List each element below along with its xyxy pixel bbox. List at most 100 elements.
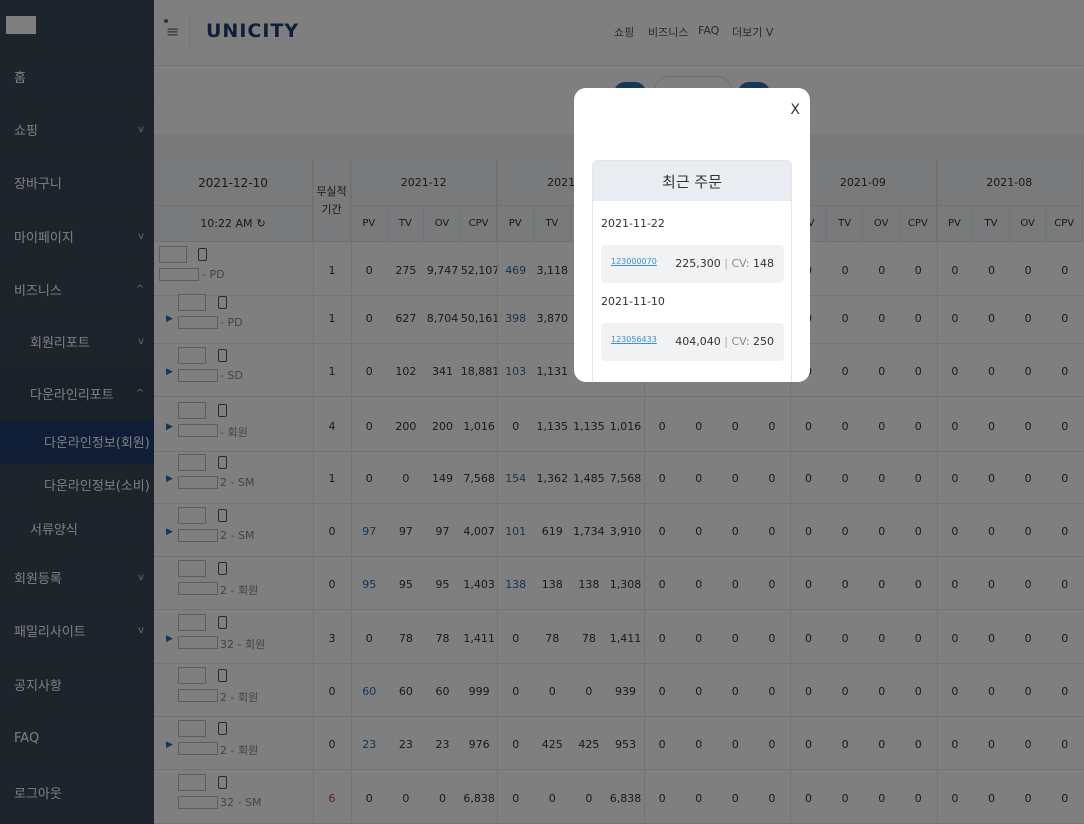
metric-value: 0 — [768, 632, 776, 645]
sidebar-item-documents[interactable]: 서류양식 — [0, 506, 154, 552]
redacted-member-id — [178, 369, 218, 382]
sidebar-item-cart[interactable]: 장바구니 — [0, 156, 154, 210]
sidebar-item-label: 로그아웃 — [14, 787, 62, 802]
order-item[interactable]: 123056433 404,040 | CV: 250 — [601, 323, 784, 361]
metric-value: 0 — [695, 632, 703, 645]
metric-value[interactable]: 103 — [497, 365, 534, 378]
metric-value: 0 — [987, 472, 995, 485]
metric-value: 0 — [841, 792, 849, 805]
metric-value: 200 — [431, 420, 453, 433]
sidebar-item-business[interactable]: 비즈니스 ^ — [0, 264, 154, 316]
sidebar-item-downline-info-consumer[interactable]: 다운라인정보(소비) — [0, 464, 154, 506]
metric-value: 0 — [365, 472, 373, 485]
copy-icon[interactable] — [218, 776, 227, 789]
expand-row-icon[interactable]: ▶ — [166, 367, 173, 377]
column-divider — [351, 160, 352, 824]
copy-icon[interactable] — [218, 616, 227, 629]
sidebar-item-home[interactable]: 홈 — [0, 50, 154, 104]
metric-value: 0 — [987, 264, 995, 277]
copy-icon[interactable] — [218, 669, 227, 682]
metric-value[interactable]: 101 — [497, 525, 534, 538]
metric-header-tv: TV — [826, 206, 864, 242]
metric-value: 0 — [1024, 472, 1032, 485]
metric-value: 0 — [731, 472, 739, 485]
redacted-name — [178, 507, 206, 524]
expand-row-icon[interactable]: ▶ — [166, 474, 173, 484]
metric-value[interactable]: 398 — [497, 312, 534, 325]
metric-value: 0 — [951, 792, 959, 805]
metric-value: 0 — [987, 420, 995, 433]
copy-icon[interactable] — [218, 296, 227, 309]
sidebar-item-faq[interactable]: FAQ — [0, 712, 154, 766]
copy-icon[interactable] — [198, 248, 207, 261]
expand-row-icon[interactable]: ▶ — [166, 527, 173, 537]
nav-more[interactable]: 더보기 V — [732, 24, 773, 40]
expand-row-icon[interactable]: ▶ — [166, 740, 173, 750]
expand-row-icon[interactable]: ▶ — [166, 422, 173, 432]
nav-business[interactable]: 비즈니스 — [648, 24, 688, 40]
nav-shopping[interactable]: 쇼핑 — [614, 24, 634, 40]
metric-value: 1,016 — [463, 420, 495, 433]
metric-value: 0 — [658, 738, 666, 751]
copy-icon[interactable] — [218, 404, 227, 417]
sidebar-item-member-report[interactable]: 회원리포트 v — [0, 316, 154, 368]
column-divider — [936, 160, 938, 824]
metric-value: 97 — [398, 525, 413, 538]
metric-value: 0 — [1024, 792, 1032, 805]
metric-header-cpv: CPV — [1046, 206, 1083, 242]
metric-value: 0 — [731, 578, 739, 591]
sidebar-item-mypage[interactable]: 마이페이지 v — [0, 210, 154, 264]
close-button[interactable]: X — [790, 102, 800, 118]
sidebar-item-downline-report[interactable]: 다운라인리포트 ^ — [0, 368, 154, 420]
metric-value[interactable]: 60 — [351, 685, 388, 698]
sidebar-item-family-site[interactable]: 패밀리사이트 v — [0, 604, 154, 658]
metric-value: 0 — [731, 685, 739, 698]
metric-value: 3,870 — [536, 312, 569, 325]
expand-row-icon[interactable]: ▶ — [166, 314, 173, 324]
metric-value: 0 — [658, 578, 666, 591]
unicity-logo[interactable]: UNICITY — [206, 20, 299, 42]
metric-value[interactable]: 97 — [351, 525, 388, 538]
metric-value[interactable]: 138 — [497, 578, 534, 591]
metric-value: 78 — [435, 632, 450, 645]
redacted-name — [178, 774, 206, 791]
recent-orders-card: 최근 주문 2021-11-22 123000070 225,300 | CV:… — [592, 160, 792, 382]
nav-faq[interactable]: FAQ — [698, 24, 719, 37]
sidebar-item-label: 쇼핑 — [14, 124, 38, 139]
order-item[interactable]: 123000070 225,300 | CV: 148 — [601, 245, 784, 283]
sidebar-item-notice[interactable]: 공지사항 — [0, 658, 154, 712]
metric-value: 0 — [878, 738, 886, 751]
metric-value[interactable]: 469 — [497, 264, 534, 277]
metric-value: 0 — [914, 525, 922, 538]
order-number-link[interactable]: 123056433 — [611, 335, 657, 344]
metric-value: 0 — [914, 420, 922, 433]
refresh-icon[interactable]: ↻ — [257, 217, 266, 230]
copy-icon[interactable] — [218, 562, 227, 575]
copy-icon[interactable] — [218, 349, 227, 362]
metric-value: 0 — [804, 420, 812, 433]
copy-icon[interactable] — [218, 456, 227, 469]
metric-value: 0 — [878, 632, 886, 645]
metric-value: 0 — [987, 365, 995, 378]
sidebar-item-downline-info-member[interactable]: 다운라인정보(회원) — [0, 420, 154, 464]
metric-value[interactable]: 154 — [497, 472, 534, 485]
time-label: 10:22 AM — [200, 217, 253, 230]
inactive-period-value: 1 — [328, 472, 336, 485]
metric-value[interactable]: 23 — [351, 738, 388, 751]
inactive-period-value: 0 — [328, 578, 336, 591]
metric-value: 23 — [435, 738, 450, 751]
metric-value: 78 — [398, 632, 413, 645]
copy-icon[interactable] — [218, 509, 227, 522]
sidebar-item-shopping[interactable]: 쇼핑 v — [0, 104, 154, 156]
chevron-icon: v — [138, 231, 144, 242]
top-header: ≡ UNICITY 쇼핑 비즈니스 FAQ 더보기 V — [154, 0, 1084, 66]
expand-row-icon[interactable]: ▶ — [166, 634, 173, 644]
hamburger-menu-icon[interactable]: ≡ — [166, 22, 179, 41]
sidebar-item-member-registration[interactable]: 회원등록 v — [0, 552, 154, 604]
copy-icon[interactable] — [218, 722, 227, 735]
order-number-link[interactable]: 123000070 — [611, 257, 657, 266]
sidebar-item-label: 공지사항 — [14, 679, 62, 694]
sidebar-item-logout[interactable]: 로그아웃 — [0, 766, 154, 820]
metric-value[interactable]: 95 — [351, 578, 388, 591]
metric-value: 0 — [914, 685, 922, 698]
